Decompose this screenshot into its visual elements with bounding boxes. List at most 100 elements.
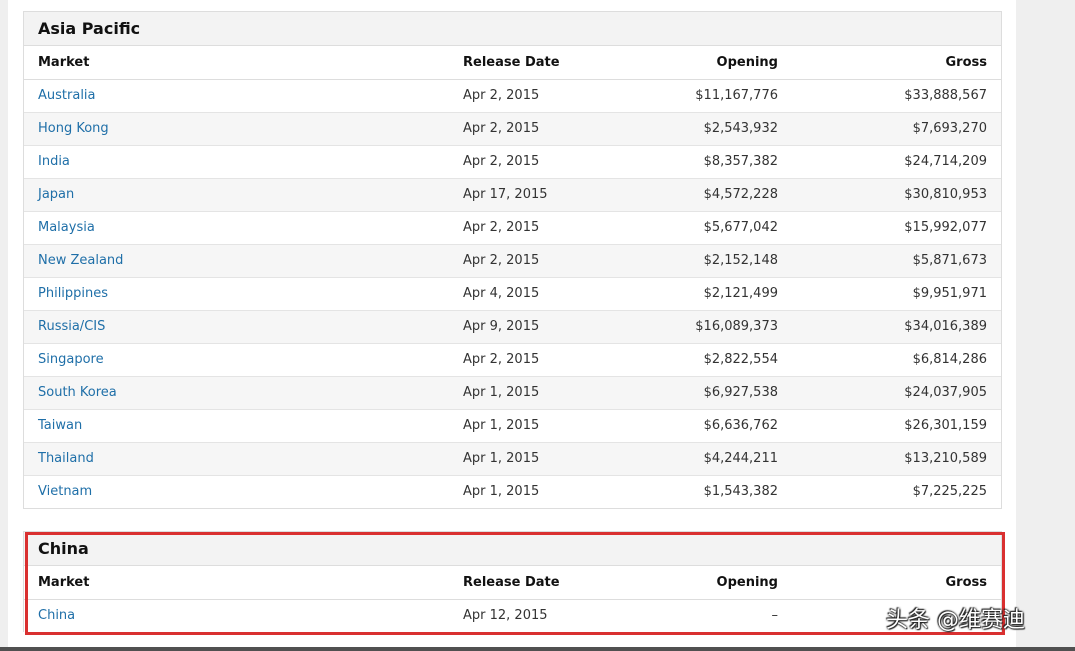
table-row: Malaysia Apr 2, 2015 $5,677,042 $15,992,… (24, 211, 1001, 245)
column-header-gross[interactable]: Gross (778, 46, 1001, 80)
opening-cell: $6,636,762 (604, 409, 778, 443)
gross-cell: $15,992,077 (778, 211, 1001, 245)
market-cell: Japan (24, 178, 456, 212)
gross-cell: $13,210,589 (778, 442, 1001, 476)
release-date-cell: Apr 12, 2015 (463, 608, 548, 624)
table-header-row: Market Release Date Opening Gross (24, 566, 1001, 600)
market-link[interactable]: Vietnam (38, 484, 92, 499)
release-date-cell: Apr 4, 2015 (456, 277, 604, 311)
table-row: Thailand Apr 1, 2015 $4,244,211 $13,210,… (24, 442, 1001, 476)
table-row: Hong Kong Apr 2, 2015 $2,543,932 $7,693,… (24, 112, 1001, 146)
market-link[interactable]: Australia (38, 88, 96, 103)
gross-cell: $7,693,270 (778, 112, 1001, 146)
market-cell: Hong Kong (24, 112, 456, 146)
gross-cell: $26,301,159 (778, 409, 1001, 443)
release-date-cell: Apr 2, 2015 (456, 211, 604, 245)
market-table: Market Release Date Opening Gross China … (24, 566, 1001, 632)
market-cell: New Zealand (24, 244, 456, 278)
market-link[interactable]: Thailand (38, 451, 94, 466)
gross-cell: $24,714,209 (778, 145, 1001, 179)
market-cell: Singapore (24, 343, 456, 377)
market-cell: India (24, 145, 456, 179)
opening-cell: $4,244,211 (604, 442, 778, 476)
release-date-cell: Apr 1, 2015 (463, 484, 540, 500)
column-header-market[interactable]: Market (24, 566, 456, 600)
opening-cell: – (771, 608, 779, 624)
gross-cell: $34,016,389 (778, 310, 1001, 344)
gross-cell: $7,225,225 (912, 484, 987, 500)
region-china: China Market Release Date Opening Gross … (23, 531, 1002, 632)
market-table: Market Release Date Opening Gross Austra… (24, 46, 1001, 508)
table-row: India Apr 2, 2015 $8,357,382 $24,714,209 (24, 145, 1001, 179)
release-date-cell: Apr 2, 2015 (456, 79, 604, 113)
release-date-cell: Apr 17, 2015 (456, 178, 604, 212)
market-link[interactable]: Philippines (38, 286, 108, 301)
opening-cell: $2,822,554 (604, 343, 778, 377)
release-date-cell: Apr 2, 2015 (456, 244, 604, 278)
opening-cell: $2,121,499 (604, 277, 778, 311)
opening-cell: $16,089,373 (604, 310, 778, 344)
table-row: Australia Apr 2, 2015 $11,167,776 $33,88… (24, 79, 1001, 113)
market-link[interactable]: South Korea (38, 385, 117, 400)
market-link[interactable]: Russia/CIS (38, 319, 105, 334)
market-cell: Malaysia (24, 211, 456, 245)
table-row: South Korea Apr 1, 2015 $6,927,538 $24,0… (24, 376, 1001, 410)
market-cell: South Korea (24, 376, 456, 410)
market-link[interactable]: Malaysia (38, 220, 95, 235)
table-row: Russia/CIS Apr 9, 2015 $16,089,373 $34,0… (24, 310, 1001, 344)
release-date-cell: Apr 1, 2015 (456, 376, 604, 410)
market-cell: Vietnam (24, 475, 456, 508)
market-link[interactable]: Hong Kong (38, 121, 109, 136)
market-link[interactable]: Taiwan (38, 418, 82, 433)
market-link[interactable]: China (38, 608, 75, 623)
column-header-opening[interactable]: Opening (604, 46, 778, 80)
table-row: New Zealand Apr 2, 2015 $2,152,148 $5,87… (24, 244, 1001, 278)
opening-cell: $8,357,382 (604, 145, 778, 179)
market-link[interactable]: New Zealand (38, 253, 123, 268)
region-title: China (24, 532, 1001, 566)
market-cell: Thailand (24, 442, 456, 476)
opening-cell: $1,543,382 (703, 484, 778, 500)
column-header-release-date[interactable]: Release Date (456, 46, 604, 80)
release-date-cell: Apr 2, 2015 (456, 112, 604, 146)
gross-cell: $5,871,673 (778, 244, 1001, 278)
column-header-opening[interactable]: Opening (604, 566, 778, 600)
page: Asia Pacific Market Release Date Opening… (8, 0, 1016, 647)
table-header-row: Market Release Date Opening Gross (24, 46, 1001, 80)
opening-cell: $6,927,538 (604, 376, 778, 410)
table-row: Singapore Apr 2, 2015 $2,822,554 $6,814,… (24, 343, 1001, 377)
market-link[interactable]: Singapore (38, 352, 104, 367)
table-row: China Apr 12, 2015 – (24, 599, 1001, 632)
gross-cell: $33,888,567 (778, 79, 1001, 113)
release-date-cell: Apr 2, 2015 (456, 343, 604, 377)
region-asia-pacific: Asia Pacific Market Release Date Opening… (23, 11, 1002, 509)
table-row: Vietnam Apr 1, 2015 $1,543,382 $7,225,22… (24, 475, 1001, 508)
watermark: 头条 @维赛迪 (886, 608, 1025, 633)
gross-cell: $24,037,905 (778, 376, 1001, 410)
market-cell: Taiwan (24, 409, 456, 443)
release-date-cell: Apr 2, 2015 (456, 145, 604, 179)
column-header-release-date[interactable]: Release Date (456, 566, 604, 600)
release-date-cell: Apr 9, 2015 (456, 310, 604, 344)
column-header-market[interactable]: Market (24, 46, 456, 80)
market-link[interactable]: India (38, 154, 70, 169)
market-cell: Russia/CIS (24, 310, 456, 344)
gross-cell: $6,814,286 (778, 343, 1001, 377)
table-row: Japan Apr 17, 2015 $4,572,228 $30,810,95… (24, 178, 1001, 212)
region-title: Asia Pacific (24, 12, 1001, 46)
opening-cell: $2,543,932 (604, 112, 778, 146)
opening-cell: $2,152,148 (604, 244, 778, 278)
opening-cell: $4,572,228 (604, 178, 778, 212)
market-cell: Australia (24, 79, 456, 113)
gross-cell: $30,810,953 (778, 178, 1001, 212)
release-date-cell: Apr 1, 2015 (456, 442, 604, 476)
market-link[interactable]: Japan (38, 187, 74, 202)
table-row: Philippines Apr 4, 2015 $2,121,499 $9,95… (24, 277, 1001, 311)
table-row: Taiwan Apr 1, 2015 $6,636,762 $26,301,15… (24, 409, 1001, 443)
market-cell: Philippines (24, 277, 456, 311)
opening-cell: $5,677,042 (604, 211, 778, 245)
gross-cell: $9,951,971 (778, 277, 1001, 311)
column-header-gross[interactable]: Gross (778, 566, 1001, 600)
opening-cell: $11,167,776 (604, 79, 778, 113)
release-date-cell: Apr 1, 2015 (456, 409, 604, 443)
